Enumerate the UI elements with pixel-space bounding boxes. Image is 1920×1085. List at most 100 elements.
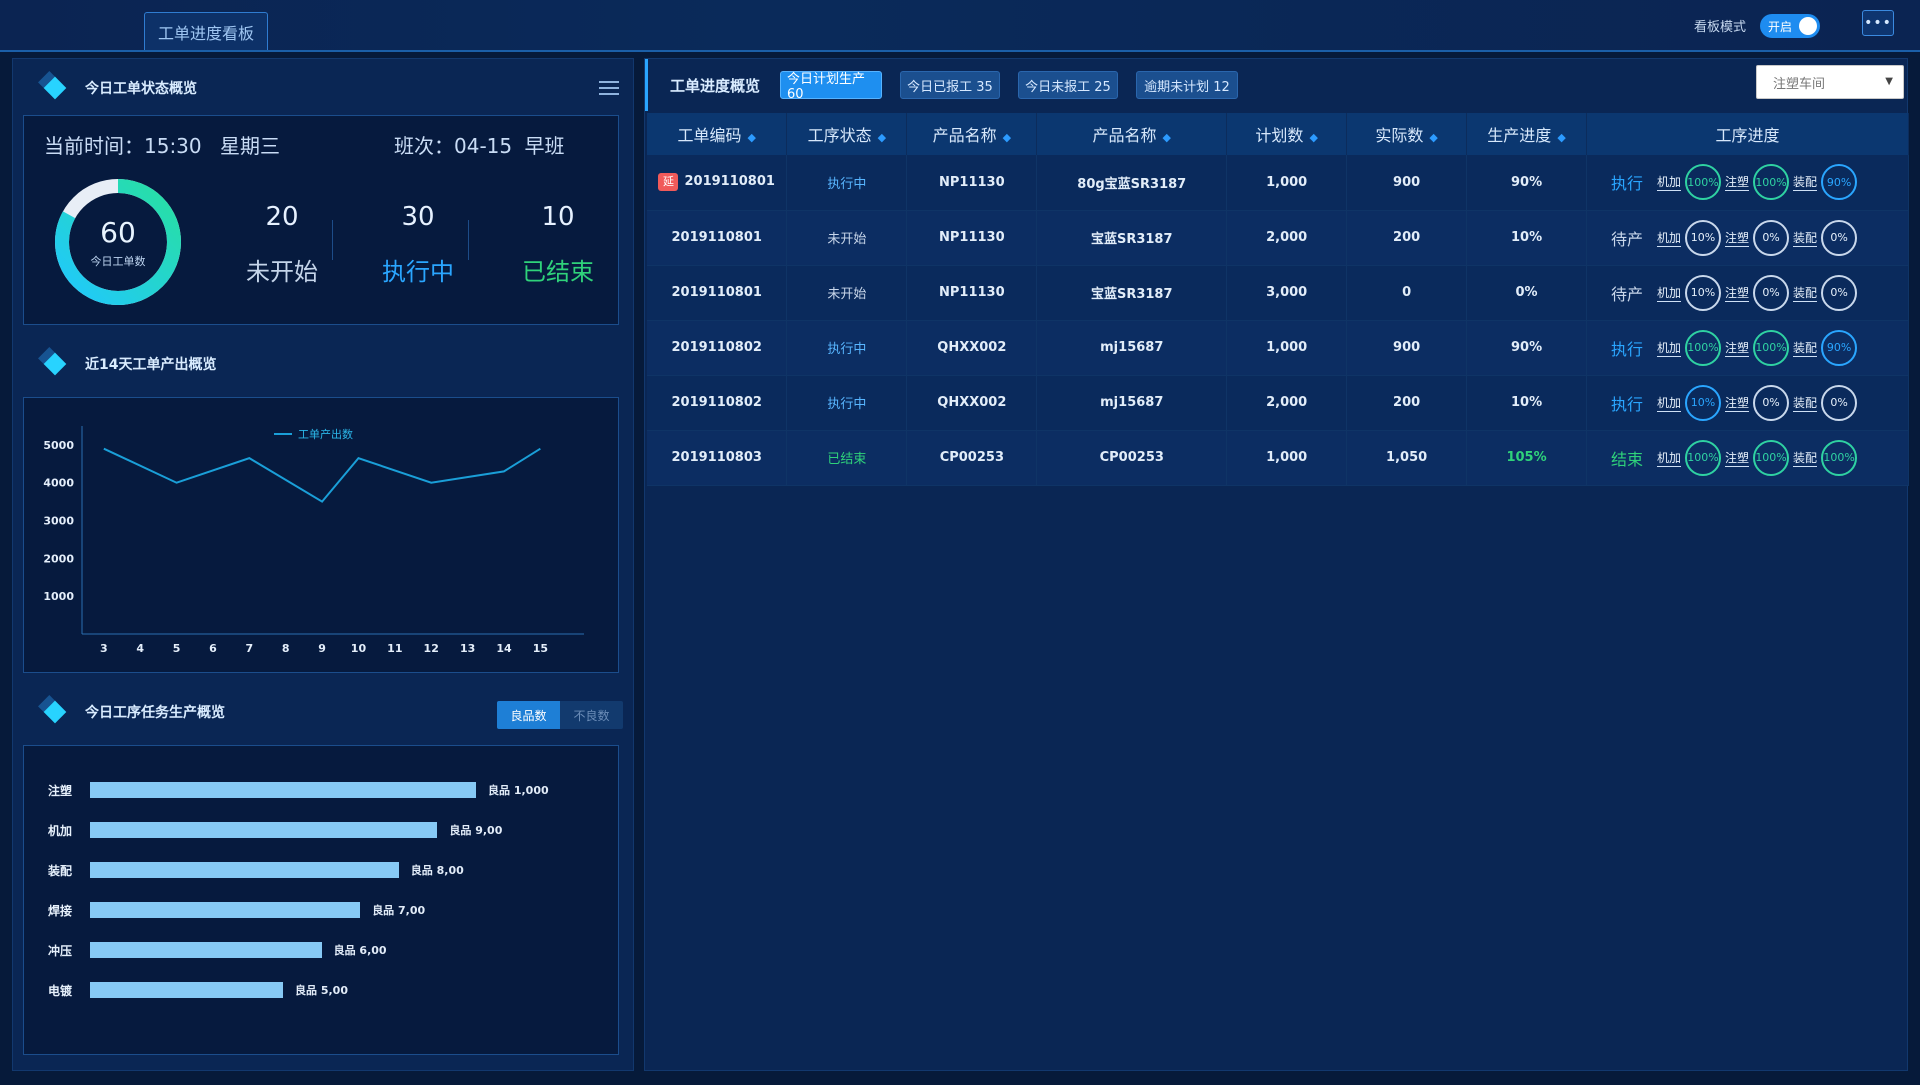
divider bbox=[468, 220, 469, 260]
bar-category: 机加 bbox=[48, 823, 73, 838]
cell-process-progress: 执行 机加 100% 注塑 100% 装配 90% bbox=[1586, 320, 1909, 376]
process-state: 待产 bbox=[1611, 229, 1644, 249]
y-tick-label: 4000 bbox=[43, 477, 74, 490]
cell-actual: 200 bbox=[1346, 210, 1468, 266]
cell-actual: 200 bbox=[1346, 375, 1468, 431]
bar-value-label: 良品 6,00 bbox=[333, 944, 387, 957]
cell-process-progress: 执行 机加 10% 注塑 0% 装配 0% bbox=[1586, 375, 1909, 431]
col-code[interactable]: 工单编码 ◆ bbox=[647, 113, 788, 155]
cell-product: CP00253 bbox=[906, 430, 1038, 486]
workshop-select[interactable]: 注塑车间 ▼ bbox=[1756, 65, 1904, 99]
tab-progress-board[interactable]: 工单进度看板 bbox=[144, 12, 268, 50]
cell-product-name: mj15687 bbox=[1036, 375, 1228, 431]
seg-good[interactable]: 良品数 bbox=[497, 701, 560, 729]
chip-overdue[interactable]: 逾期未计划 12 bbox=[1136, 71, 1238, 99]
table-row[interactable]: 2019110803 已结束 CP00253 CP00253 1,000 1,050 105… bbox=[647, 430, 1909, 486]
bar bbox=[90, 942, 322, 958]
sort-icon: ◆ bbox=[1309, 131, 1318, 144]
process-op-label: 注塑 bbox=[1725, 230, 1750, 247]
cell-product: QHXX002 bbox=[906, 320, 1038, 376]
process-state: 执行 bbox=[1611, 339, 1644, 359]
cell-code: 2019110801 bbox=[647, 265, 788, 321]
table-header-row: 工单编码 ◆ 工序状态 ◆ 产品名称 ◆ 产品名称 ◆ 计划数 ◆ 实际数 ◆ 生产进度 ◆ … bbox=[647, 113, 1909, 155]
bar bbox=[90, 782, 476, 798]
cell-plan: 1,000 bbox=[1226, 320, 1348, 376]
cell-code: 2019110803 bbox=[647, 430, 788, 486]
process-state: 结束 bbox=[1611, 449, 1644, 469]
cell-actual: 0 bbox=[1346, 265, 1468, 321]
x-tick-label: 6 bbox=[209, 642, 217, 655]
process-op-label: 机加 bbox=[1657, 395, 1682, 412]
diamond-icon bbox=[43, 352, 67, 376]
x-tick-label: 9 bbox=[318, 642, 326, 655]
bar-row: 焊接 良品 7,00 bbox=[24, 900, 614, 920]
process-op-label: 装配 bbox=[1793, 450, 1818, 467]
process-op-label: 装配 bbox=[1793, 175, 1818, 192]
col-actual[interactable]: 实际数 ◆ bbox=[1346, 113, 1468, 155]
cell-product-name: CP00253 bbox=[1036, 430, 1228, 486]
bar-row: 装配 良品 8,00 bbox=[24, 860, 614, 880]
process-op-label: 注塑 bbox=[1725, 175, 1750, 192]
table-row[interactable]: 2019110802 执行中 QHXX002 mj15687 1,000 900 90% 执行… bbox=[647, 320, 1909, 376]
code-text: 2019110803 bbox=[671, 450, 762, 465]
more-button[interactable]: ••• bbox=[1862, 10, 1894, 36]
table-row[interactable]: 延 2019110801 执行中 NP11130 80g宝蓝SR3187 1,000 900… bbox=[647, 155, 1909, 211]
bar-value-label: 良品 8,00 bbox=[410, 864, 464, 877]
chip-reported-today[interactable]: 今日已报工 35 bbox=[900, 71, 1000, 99]
progress-table: 工单编码 ◆ 工序状态 ◆ 产品名称 ◆ 产品名称 ◆ 计划数 ◆ 实际数 ◆ 生产进度 ◆ … bbox=[647, 113, 1909, 486]
cell-process-progress: 结束 机加 100% 注塑 100% 装配 100% bbox=[1586, 430, 1909, 486]
seg-bad[interactable]: 不良数 bbox=[560, 701, 623, 729]
total-ring: 60 今日工单数 bbox=[52, 176, 184, 308]
bar-category: 焊接 bbox=[48, 903, 73, 918]
workshop-select-value: 注塑车间 bbox=[1773, 76, 1826, 92]
weekday: 星期三 bbox=[220, 134, 280, 158]
cell-plan: 1,000 bbox=[1226, 430, 1348, 486]
process-op-label: 机加 bbox=[1657, 285, 1682, 302]
bar-category: 装配 bbox=[48, 863, 73, 878]
process-op-label: 机加 bbox=[1657, 450, 1682, 467]
x-tick-label: 8 bbox=[282, 642, 290, 655]
line-chart: 工单产出数 5000 4000 3000 2000 1000 3 4 5 6 7 8 9 10 11 12 13… bbox=[43, 426, 584, 655]
bar-category: 冲压 bbox=[48, 943, 73, 958]
col-progress[interactable]: 生产进度 ◆ bbox=[1466, 113, 1588, 155]
col-product-name[interactable]: 产品名称 ◆ bbox=[1036, 113, 1228, 155]
top-bar: 工单进度看板 看板模式 开启 ••• bbox=[0, 0, 1920, 52]
process-op-label: 注塑 bbox=[1725, 340, 1750, 357]
chip-unreported-today[interactable]: 今日未报工 25 bbox=[1018, 71, 1118, 99]
col-product[interactable]: 产品名称 ◆ bbox=[906, 113, 1038, 155]
cell-actual: 900 bbox=[1346, 320, 1468, 376]
x-tick-label: 4 bbox=[136, 642, 144, 655]
total-count: 60 bbox=[100, 215, 136, 249]
process-state: 执行 bbox=[1611, 174, 1644, 194]
bar bbox=[90, 902, 361, 918]
bar-row: 机加 良品 9,00 bbox=[24, 820, 614, 840]
bar-row: 冲压 良品 6,00 bbox=[24, 940, 614, 960]
cell-progress: 90% bbox=[1466, 320, 1588, 376]
cell-progress: 0% bbox=[1466, 265, 1588, 321]
stat-num: 20 bbox=[265, 202, 299, 232]
cell-status: 未开始 bbox=[786, 265, 908, 321]
chip-plan-today[interactable]: 今日计划生产 60 bbox=[780, 71, 882, 102]
col-plan[interactable]: 计划数 ◆ bbox=[1226, 113, 1348, 155]
process-progress-circle: 100% bbox=[1685, 439, 1722, 476]
series-line bbox=[103, 447, 541, 503]
process-progress-circle: 100% bbox=[1753, 329, 1790, 366]
table-row[interactable]: 2019110801 未开始 NP11130 宝蓝SR3187 2,000 200 10% 待… bbox=[647, 210, 1909, 266]
section-title-output: 近14天工单产出概览 bbox=[31, 349, 216, 379]
bar-category: 电镀 bbox=[48, 983, 73, 998]
cell-plan: 2,000 bbox=[1226, 210, 1348, 266]
ring-center: 60 今日工单数 bbox=[52, 176, 184, 308]
table-row[interactable]: 2019110801 未开始 NP11130 宝蓝SR3187 3,000 0 0% 待产 机加… bbox=[647, 265, 1909, 321]
col-status[interactable]: 工序状态 ◆ bbox=[786, 113, 908, 155]
cell-product-name: 80g宝蓝SR3187 bbox=[1036, 155, 1228, 211]
board-mode-toggle[interactable]: 开启 bbox=[1760, 14, 1820, 38]
cell-status: 执行中 bbox=[786, 155, 908, 211]
code-text: 2019110802 bbox=[671, 395, 762, 410]
menu-icon[interactable] bbox=[599, 81, 619, 97]
code-text: 2019110801 bbox=[671, 285, 762, 300]
stat-num: 10 bbox=[541, 202, 575, 232]
bar-value-label: 良品 1,000 bbox=[488, 784, 549, 797]
output-chart-box: 工单产出数 5000 4000 3000 2000 1000 3 4 5 6 7 8 9 10 11 12 13… bbox=[23, 397, 619, 673]
status-box: 当前时间：15:30 星期三 班次：04-15 早班 60 今日工单数 20 未… bbox=[23, 115, 619, 325]
table-row[interactable]: 2019110802 执行中 QHXX002 mj15687 2,000 200 10% 执行… bbox=[647, 375, 1909, 431]
